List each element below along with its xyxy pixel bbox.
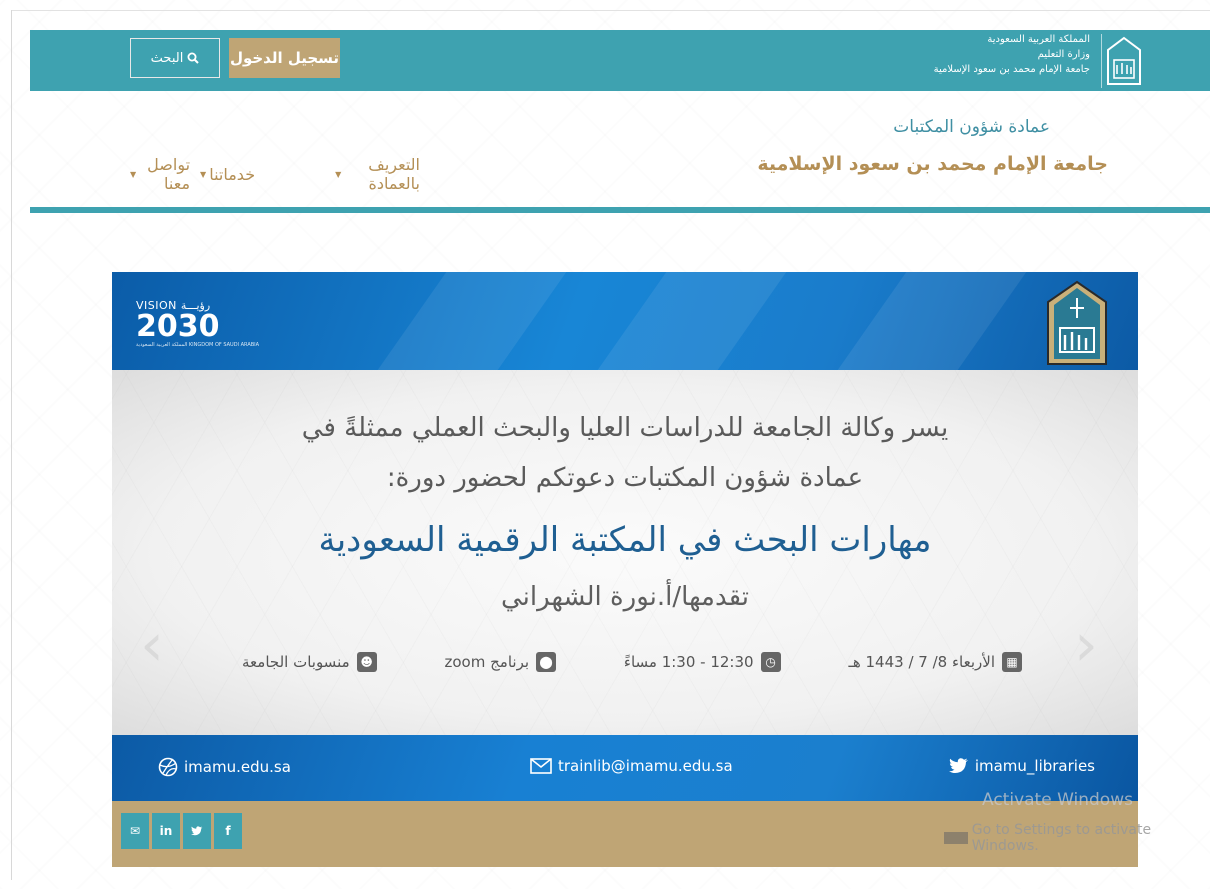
university-logo-icon [1107, 36, 1141, 85]
time-text: 12:30 - 1:30 مساءً [623, 653, 754, 671]
page-border-left [11, 10, 12, 880]
vision-2030-logo: VISION رؤيـــة 2030 المملكة العربية السع… [136, 299, 259, 349]
gov-line-university: جامعة الإمام محمد بن سعود الإسلامية [933, 64, 1090, 75]
detail-date: ▦ الأربعاء 8/ 7 / 1443 هـ [848, 652, 1022, 672]
poster-university-logo [1046, 280, 1108, 370]
twitter-text: imamu_libraries [974, 757, 1095, 775]
watermark-text: Go to Settings to activate Windows. [971, 822, 1152, 854]
decorative-streak [837, 272, 1027, 370]
vision-caption: المملكة العربية السعودية KINGDOM OF SAUD… [136, 342, 260, 348]
clock-icon: ◷ [760, 652, 781, 672]
social-links: ✉ in f [121, 813, 242, 849]
invitation-line-1: يسر وكالة الجامعة للدراسات العليا والبحث… [301, 413, 949, 443]
caret-down-icon: ▼ [335, 169, 342, 179]
twitter-bird-icon [191, 826, 203, 836]
nav-item-about[interactable]: التعريف بالعمادة ▼ [335, 155, 420, 193]
dept-title: عمادة شؤون المكتبات [893, 117, 1050, 137]
envelope-icon [530, 758, 552, 774]
twitter-icon[interactable] [183, 813, 211, 849]
search-label: البحث [150, 50, 184, 66]
contact-twitter[interactable]: imamu_libraries [948, 757, 1095, 775]
date-text: الأربعاء 8/ 7 / 1443 هـ [848, 653, 995, 671]
course-poster[interactable]: VISION رؤيـــة 2030 المملكة العربية السع… [112, 272, 1138, 867]
university-logo[interactable] [1101, 34, 1146, 88]
activation-watermark-subtitle: Go to Settings to activate Windows. [944, 822, 1210, 854]
location-pin-icon: ⬤ [536, 652, 557, 672]
audience-text: منسوبات الجامعة [242, 653, 350, 671]
poster-body: ‹ › يسر وكالة الجامعة للدراسات العليا وا… [112, 370, 1138, 735]
mail-icon[interactable]: ✉ [121, 813, 149, 849]
detail-platform: ⬤ برنامج zoom [445, 652, 557, 672]
detail-audience: ☻ منسوبات الجامعة [242, 652, 377, 672]
nav-item-services[interactable]: خدماتنا ▼ [200, 155, 255, 193]
page-border-top [11, 10, 1210, 11]
facebook-icon[interactable]: f [214, 813, 242, 849]
header-divider [30, 207, 1210, 213]
detail-time: ◷ 12:30 - 1:30 مساءً [624, 652, 781, 672]
nav-item-contact[interactable]: تواصل معنا ▼ [130, 155, 190, 193]
search-icon [187, 52, 200, 64]
poster-header-band: VISION رؤيـــة 2030 المملكة العربية السع… [112, 272, 1138, 370]
login-button[interactable]: تسجيل الدخول [229, 38, 340, 78]
activation-watermark-title: Activate Windows [982, 790, 1133, 810]
nav-label: تواصل معنا [147, 155, 191, 193]
decorative-streak [597, 272, 787, 370]
calendar-icon: ▦ [1002, 652, 1022, 672]
vision-year: 2030 [136, 309, 220, 344]
invitation-line-2: عمادة شؤون المكتبات دعوتكم لحضور دورة: [386, 463, 864, 493]
nav-label: خدماتنا [209, 164, 256, 184]
user-icon: ☻ [356, 652, 377, 672]
contact-website[interactable]: imamu.edu.sa [158, 757, 291, 777]
carousel-prev-icon[interactable]: ‹ [140, 610, 164, 680]
main-nav: التعريف بالعمادة ▼ خدماتنا ▼ تواصل معنا … [120, 155, 420, 193]
email-text: trainlib@imamu.edu.sa [558, 757, 733, 775]
carousel-next-icon[interactable]: › [1074, 610, 1098, 680]
search-button[interactable]: البحث [130, 38, 220, 78]
government-text: المملكة العربية السعودية وزارة التعليم ج… [934, 32, 1090, 77]
course-details: ▦ الأربعاء 8/ 7 / 1443 هـ ◷ 12:30 - 1:30… [242, 652, 1022, 672]
university-emblem-icon [1047, 280, 1107, 365]
twitter-bird-icon [948, 758, 968, 773]
university-name[interactable]: جامعة الإمام محمد بن سعود الإسلامية [757, 153, 1108, 175]
caret-down-icon: ▼ [200, 169, 207, 179]
platform-text: برنامج zoom [444, 653, 530, 671]
gov-line-ministry: وزارة التعليم [1037, 49, 1090, 60]
watermark-block [944, 832, 968, 844]
linkedin-icon[interactable]: in [152, 813, 180, 849]
nav-label: التعريف بالعمادة [368, 155, 420, 193]
caret-down-icon: ▼ [130, 169, 137, 179]
top-bar: المملكة العربية السعودية وزارة التعليم ج… [30, 30, 1210, 91]
presenter-name: تقدمها/أ.نورة الشهراني [500, 582, 750, 612]
globe-icon [158, 757, 178, 777]
contact-email[interactable]: trainlib@imamu.edu.sa [530, 757, 733, 775]
website-text: imamu.edu.sa [184, 758, 291, 776]
gov-line-kingdom: المملكة العربية السعودية [987, 34, 1090, 45]
decorative-streak [377, 272, 567, 370]
course-title: مهارات البحث في المكتبة الرقمية السعودية [318, 520, 932, 560]
